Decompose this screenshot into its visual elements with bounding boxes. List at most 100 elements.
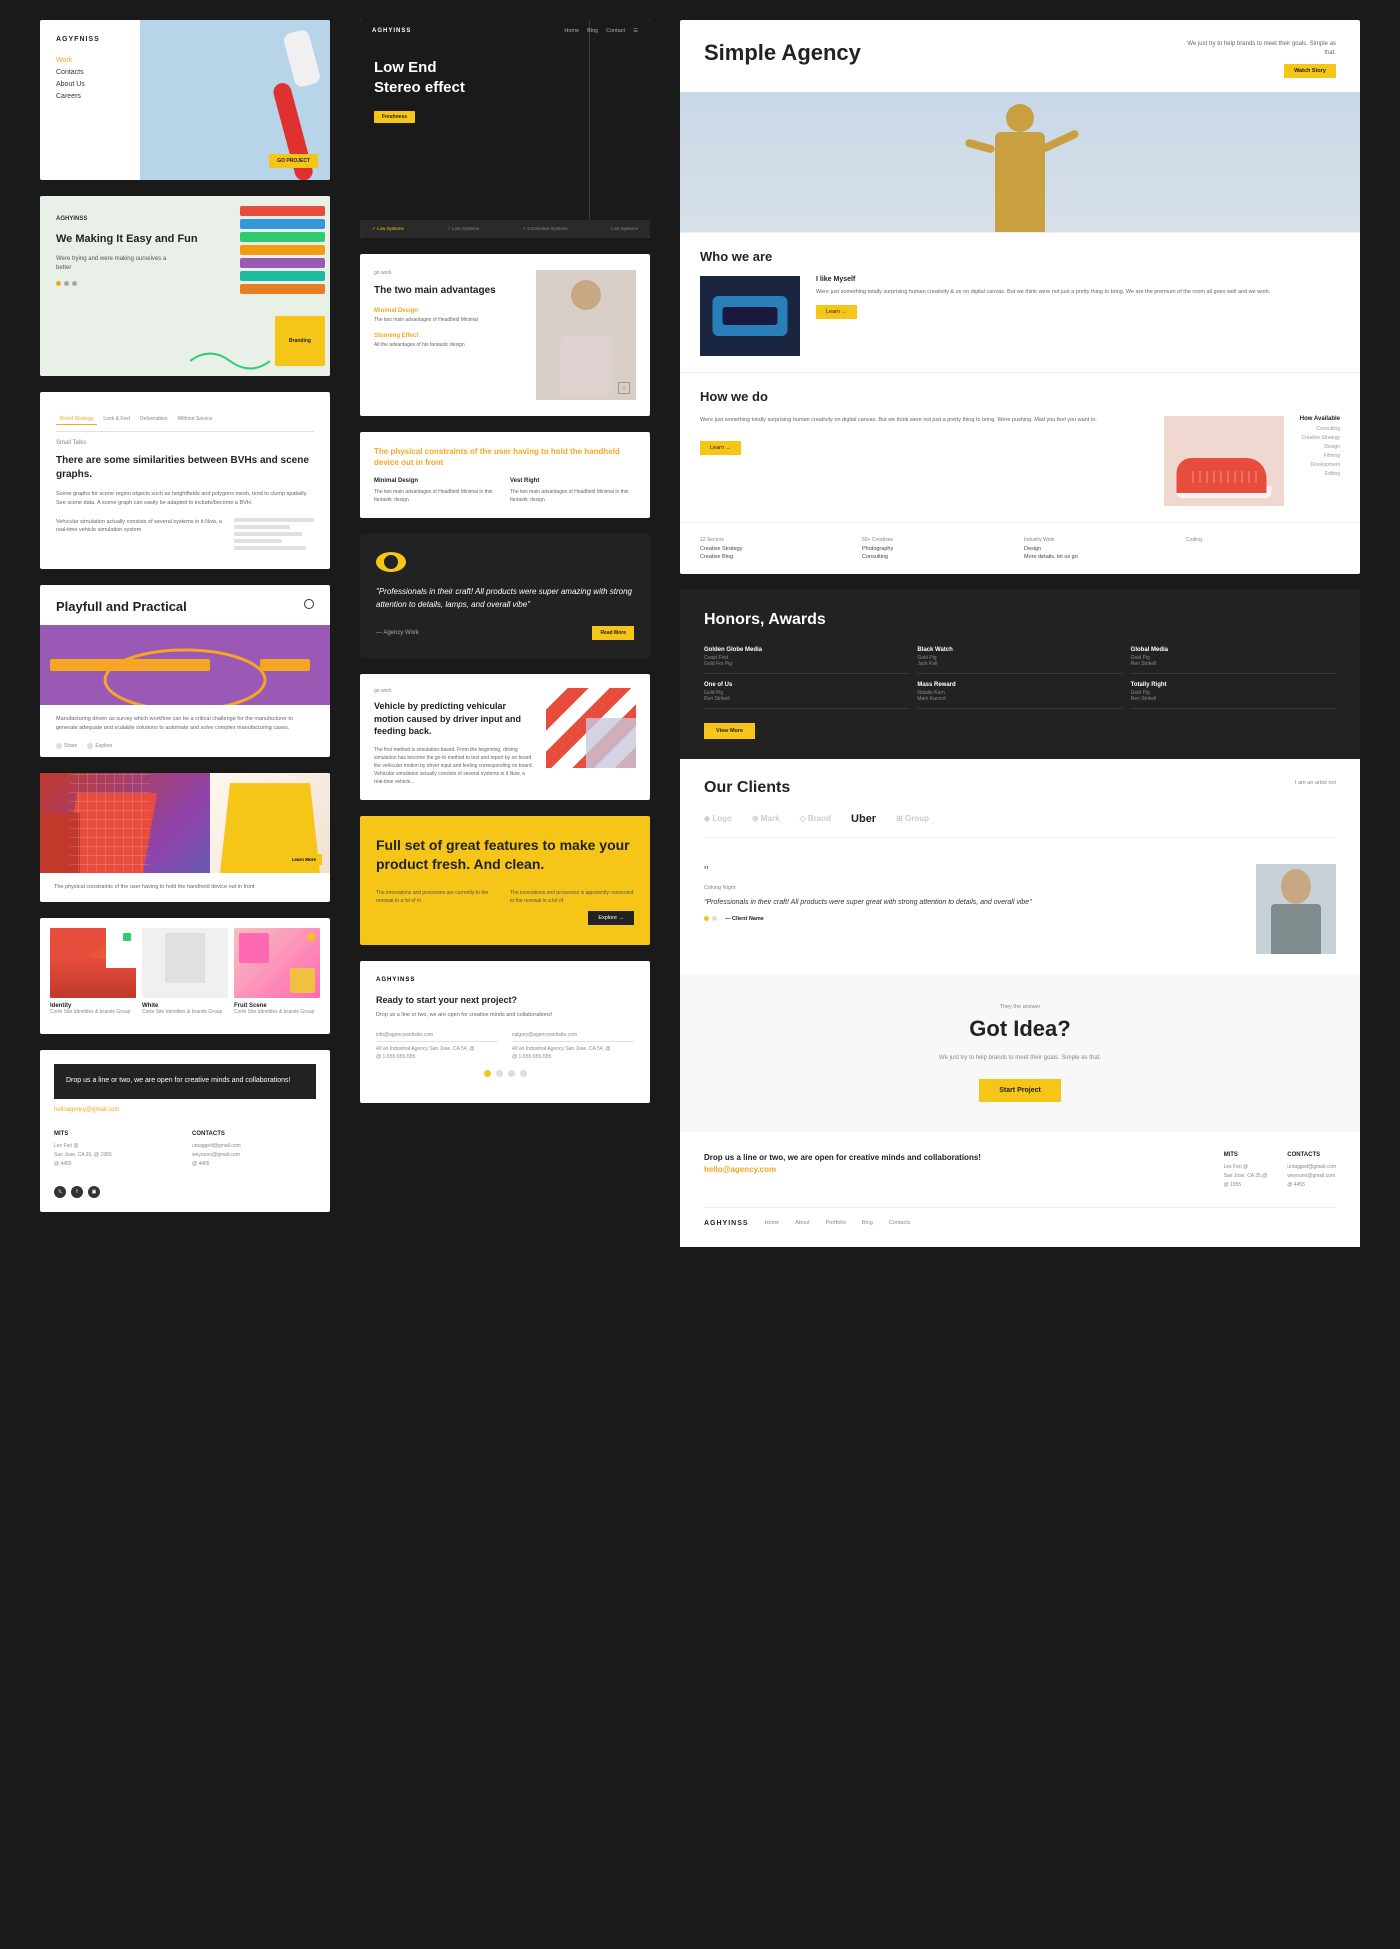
service-4: Coding <box>1186 537 1340 560</box>
read-more-button[interactable]: Read More <box>592 626 634 640</box>
wave-visual <box>190 346 270 376</box>
tab-brand-strategy[interactable]: Brand Strategy <box>56 414 97 425</box>
advantages-right: + <box>536 270 636 400</box>
portfolio-card: Identity Corte Site Identities & brands … <box>40 918 330 1035</box>
twitter-icon[interactable]: 𝕏 <box>54 1186 66 1198</box>
nav-item-careers[interactable]: Careers <box>56 93 124 100</box>
contact-phone-2: @ 1-555-555-555 <box>512 1054 634 1060</box>
start-project-button[interactable]: Start Project <box>979 1079 1061 1102</box>
branding-label: Branding <box>289 338 311 344</box>
clients-sub: I am an artist not <box>1295 779 1336 797</box>
client-logo-2: ⊕ Mark <box>752 814 780 823</box>
identity-thumb <box>50 928 136 998</box>
tab-deliverables[interactable]: Deliverables <box>136 414 172 425</box>
yellow-cta-col2-text: The innovations and processes is apparen… <box>510 889 634 905</box>
fr-col1-item-3: @ 1955 <box>1224 1182 1268 1188</box>
advantage-2-title: Stunning Effect <box>374 333 526 339</box>
how-right: How Available Consulting Creative Strate… <box>1300 416 1340 480</box>
footer-nav-portfolio[interactable]: Portfolio <box>826 1220 846 1227</box>
avatar-head <box>1281 869 1311 904</box>
testimonial-body: "Professionals in their craft! All produ… <box>704 897 1240 908</box>
testimonial-author: — Client Name <box>704 916 1240 922</box>
meta-share[interactable]: Share <box>56 743 77 749</box>
nav-item-about[interactable]: About Us <box>56 81 124 88</box>
advantage-2: Stunning Effect All the advantages of hi… <box>374 333 526 350</box>
nav-item-work[interactable]: Work <box>56 57 124 64</box>
expand-icon[interactable]: + <box>618 382 630 394</box>
testimonial-card: "Professionals in their craft! All produ… <box>360 534 650 658</box>
portfolio-item-fruit[interactable]: Fruit Scene Corte Site Identities & bran… <box>234 928 320 1017</box>
vehicle-tag: go work <box>374 688 536 694</box>
author-dot-1[interactable] <box>704 916 709 921</box>
tab-look-feel[interactable]: Look & Feel <box>99 414 134 425</box>
nav-item-contacts[interactable]: Contacts <box>56 69 124 76</box>
footer-email-link[interactable]: hello@agency.com <box>704 1165 776 1174</box>
line-2 <box>234 525 290 529</box>
subnav-item-3[interactable]: ✓ Connected Systems <box>522 226 567 232</box>
footer-nav-blog[interactable]: Blog <box>862 1220 873 1227</box>
sneaker <box>1176 448 1271 498</box>
abstract-shape <box>586 718 636 768</box>
logo: AGYFNISS <box>56 36 124 43</box>
subnav-item-1[interactable]: ✓ Low Systems <box>372 226 404 232</box>
how-right-item-6: Editing <box>1300 471 1340 477</box>
portfolio-item-white[interactable]: White Corte Site Identities & brands Gro… <box>142 928 228 1017</box>
footer-right-nav: AGHYINSS Home About Portfolio Blog Conta… <box>704 1207 1336 1227</box>
building-grid-overlay <box>70 773 150 873</box>
award-6: Totally Right Gold Pig Ren Strikell <box>1131 682 1336 709</box>
physical-col-2: Vest Right The two main advantages of He… <box>510 478 636 504</box>
making-card: AGHYINSS We Making It Easy and Fun Were … <box>40 196 330 376</box>
physical-col1-title: Minimal Design <box>374 478 500 484</box>
footer-nav-contacts[interactable]: Contacts <box>889 1220 911 1227</box>
pg-dot-3[interactable] <box>508 1070 515 1077</box>
dark-hero-card: AGHYINSS Home Blog Contact ☰ Low EndSter… <box>360 20 650 238</box>
footer-right-cols: MITS Lex Feri @ San Jose, CA 35,@ @ 1955… <box>1224 1152 1336 1191</box>
how-right-title: How Available <box>1300 416 1340 422</box>
how-content: Were just something totally surprising h… <box>700 416 1340 506</box>
subnav-item-2[interactable]: ✓ Lost Systems <box>447 226 479 232</box>
clients-card: Our Clients I am an artist not ◈ Logo ⊕ … <box>680 759 1360 974</box>
footer-email[interactable]: helloagency@gmail.com <box>54 1107 316 1113</box>
dark-nav-home[interactable]: Home <box>564 28 579 34</box>
building-tag[interactable]: Learn More <box>286 854 322 865</box>
explore-button[interactable]: Explore → <box>588 911 634 925</box>
view-all-button[interactable]: View More <box>704 723 755 739</box>
dark-nav-menu[interactable]: ☰ <box>633 28 638 34</box>
how-right-item-4: Filming <box>1300 453 1340 459</box>
nav-cta-button[interactable]: GO PROJECT <box>269 154 318 168</box>
portfolio-item-identity[interactable]: Identity Corte Site Identities & brands … <box>50 928 136 1017</box>
watch-story-button[interactable]: Watch Story <box>1284 64 1336 78</box>
physical-col1-body: The two main advantages of Headfield Min… <box>374 488 500 504</box>
contact-col-2: calgary@agencywebsite.com 40 an Industri… <box>512 1032 634 1060</box>
award-1-date-2: Gold For Pig <box>704 661 909 667</box>
how-learn-more-button[interactable]: Learn → <box>700 441 741 455</box>
client-logo-5: ⊞ Group <box>896 814 929 823</box>
playful-header: Playfull and Practical <box>40 585 330 626</box>
footer-nav-about[interactable]: About <box>795 1220 809 1227</box>
making-hero: AGHYINSS We Making It Easy and Fun Were … <box>40 196 330 376</box>
dark-nav-contact[interactable]: Contact <box>606 28 625 34</box>
contact-title: Ready to start your next project? <box>376 995 634 1005</box>
agency-header: Simple Agency We just try to help brands… <box>680 20 1360 92</box>
author-dot-2[interactable] <box>712 916 717 921</box>
pg-dot-2[interactable] <box>496 1070 503 1077</box>
tab-without-service[interactable]: Without Service <box>174 414 217 425</box>
hero-badge: Freshness <box>374 111 415 123</box>
learn-more-button[interactable]: Learn → <box>816 305 857 319</box>
instagram-icon[interactable]: ▣ <box>88 1186 100 1198</box>
physical-col2-body: The two main advantages of Headfield Min… <box>510 488 636 504</box>
fruit-dot <box>307 933 315 941</box>
subnav-item-4[interactable]: Lost Systems <box>611 226 638 232</box>
article-tabs: Brand Strategy Look & Feel Deliverables … <box>56 408 314 432</box>
facebook-icon[interactable]: f <box>71 1186 83 1198</box>
pg-dot-4[interactable] <box>520 1070 527 1077</box>
footer-right-col-1: MITS Lex Feri @ San Jose, CA 35,@ @ 1955 <box>1224 1152 1268 1191</box>
footer-nav-home[interactable]: Home <box>765 1220 780 1227</box>
fruit-shape-2 <box>290 968 315 993</box>
meta-explore[interactable]: Explore <box>87 743 112 749</box>
fr-col1-item-1: Lex Feri @ <box>1224 1164 1268 1170</box>
coking-night: Coking Night <box>704 885 1240 891</box>
physical-col2-title: Vest Right <box>510 478 636 484</box>
branding-badge: Branding <box>275 316 325 366</box>
pg-dot-1[interactable] <box>484 1070 491 1077</box>
